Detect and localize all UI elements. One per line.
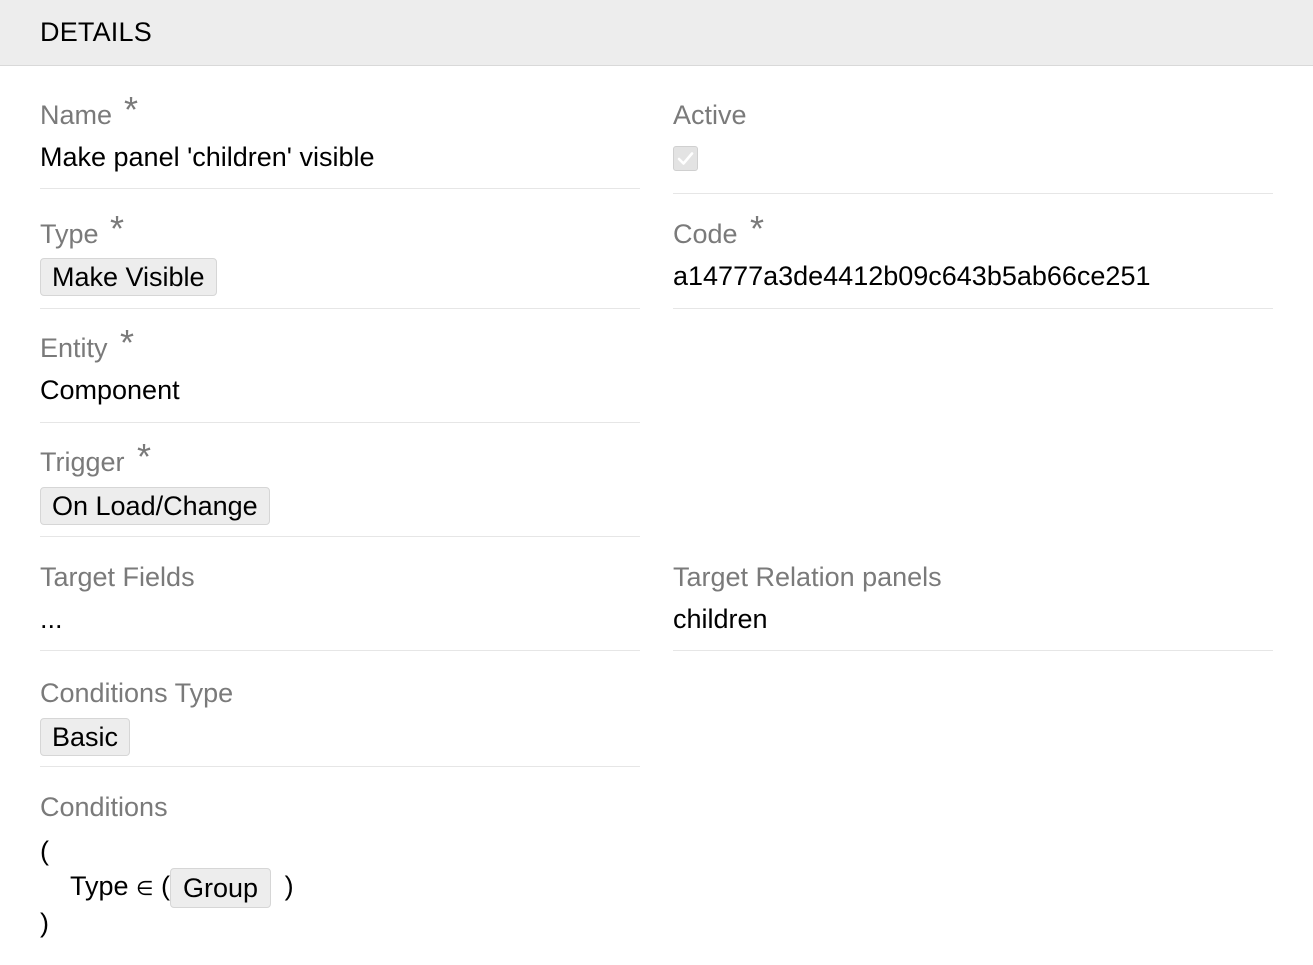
field-label: Target Relation panels [673,562,942,592]
field-value[interactable]: children [673,604,768,635]
type-value-chip[interactable]: Make Visible [40,258,217,296]
active-checkbox[interactable] [673,146,698,171]
field-label: Conditions [40,792,168,822]
trigger-value-chip[interactable]: On Load/Change [40,487,270,525]
field-value[interactable]: Make panel 'children' visible [40,142,374,173]
field-label: Type [40,219,99,249]
field-value[interactable]: ... [40,604,63,635]
field-target-relation-panels: Target Relation panels children [673,550,1273,651]
field-active: Active [673,88,1273,194]
required-asterisk-icon: * [750,208,765,249]
field-label: Active [673,100,747,130]
field-label: Trigger [40,447,125,477]
field-value[interactable]: Component [40,375,180,406]
conditions-close-paren: ) [40,908,49,938]
panel-title: DETAILS [40,17,152,47]
condition-field: Type [70,871,129,902]
condition-row: Type ∈ (Group ) [70,868,294,908]
conditions-type-chip[interactable]: Basic [40,718,131,756]
field-name: Name * Make panel 'children' visible [40,88,640,189]
required-asterisk-icon: * [120,322,135,363]
field-label: Code [673,219,738,249]
condition-value-chip[interactable]: Group [170,868,272,908]
panel-header: DETAILS [0,0,1313,66]
field-target-fields: Target Fields ... [40,550,640,651]
required-asterisk-icon: * [137,436,152,477]
field-trigger: Trigger * On Load/Change [40,435,640,537]
field-type: Type * Make Visible [40,207,640,309]
field-entity: Entity * Component [40,321,640,423]
field-code: Code * a14777a3de4412b09c643b5ab66ce251 [673,207,1273,309]
field-conditions-type: Conditions Type Basic [40,666,640,767]
field-label: Target Fields [40,562,195,592]
field-conditions: Conditions ( Type ∈ (Group ) ) [40,780,640,950]
field-label: Name [40,100,113,130]
required-asterisk-icon: * [124,89,139,130]
condition-inner-close-paren: ) [284,871,294,902]
condition-operator: ∈ [136,878,154,901]
required-asterisk-icon: * [110,208,125,249]
field-value[interactable]: a14777a3de4412b09c643b5ab66ce251 [673,261,1150,292]
condition-inner-open-paren: ( [161,871,170,902]
checkmark-icon [677,152,694,165]
field-label: Conditions Type [40,678,234,708]
field-label: Entity [40,333,108,363]
conditions-open-paren: ( [40,836,49,866]
